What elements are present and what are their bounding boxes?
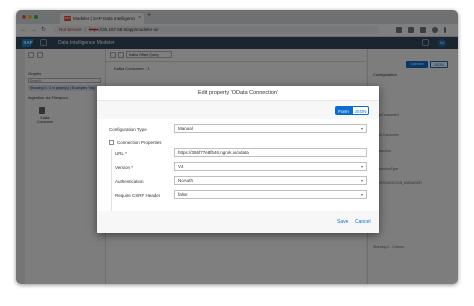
version-select[interactable]: V4 ▾ <box>174 162 367 171</box>
config-type-label: Configuration Type <box>109 127 147 132</box>
dialog-header: Edit property 'OData Connection' <box>97 86 379 101</box>
save-button[interactable]: Save <box>337 218 348 226</box>
chevron-down-icon: ▾ <box>360 192 363 197</box>
dialog-footer: Save Cancel <box>97 211 379 233</box>
indent-guide <box>111 149 112 211</box>
chevron-down-icon: ▾ <box>360 126 363 131</box>
version-value: V4 <box>178 164 184 169</box>
authentication-select[interactable]: NoAuth ▾ <box>174 176 367 185</box>
csrf-select[interactable]: false ▾ <box>174 190 367 199</box>
json-toggle-button[interactable]: JSON <box>352 106 369 115</box>
csrf-value: false <box>178 192 188 197</box>
edit-property-dialog: Edit property 'OData Connection' Form JS… <box>97 86 379 233</box>
config-type-value: Manual <box>178 126 193 131</box>
chevron-down-icon: ▾ <box>360 164 363 169</box>
connection-properties-checkbox[interactable] <box>109 140 114 145</box>
form-toggle-button[interactable]: Form <box>335 106 352 115</box>
chevron-down-icon: ▾ <box>360 178 363 183</box>
connection-properties-label: Connection Properties <box>117 140 162 145</box>
config-type-select[interactable]: Manual ▾ <box>174 124 367 133</box>
url-label: URL * <box>115 151 127 156</box>
authentication-label: Authentication <box>115 179 144 184</box>
dialog-form: Configuration Type Manual ▾ Connection P… <box>97 119 379 211</box>
authentication-value: NoAuth <box>178 178 194 183</box>
dialog-title: Edit property 'OData Connection' <box>197 90 279 96</box>
csrf-label: Require CSRF Header <box>115 193 161 198</box>
url-field[interactable]: https://356f77e8fb46.ngrok.io/odata <box>174 148 367 157</box>
version-label: Version * <box>115 165 134 170</box>
cancel-button[interactable]: Cancel <box>355 218 371 226</box>
